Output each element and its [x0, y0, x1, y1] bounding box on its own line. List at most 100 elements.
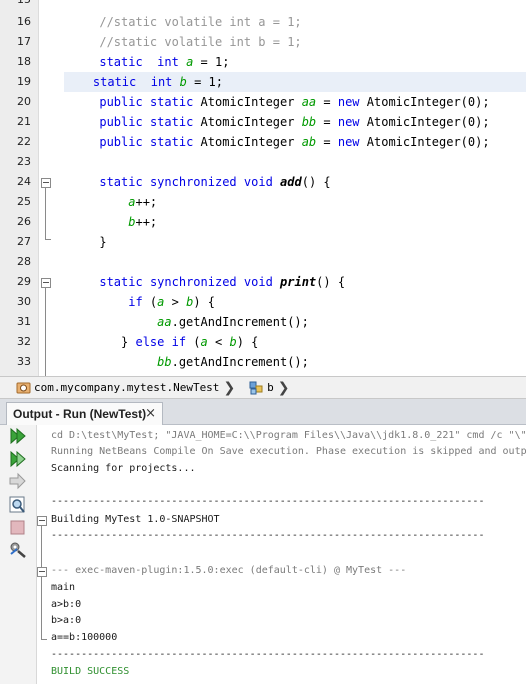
- code-line: static synchronized void add() {: [99, 175, 331, 189]
- field-name: ab: [301, 135, 317, 149]
- output-tab-bar: Output - Run (NewTest) ×: [0, 399, 526, 425]
- keyword: if: [171, 335, 187, 349]
- stop-arrow-icon[interactable]: [8, 472, 28, 492]
- field-name: a: [200, 335, 208, 349]
- clear-icon[interactable]: [8, 519, 28, 539]
- tab-output-run-label: Output - Run (NewTest): [13, 407, 147, 421]
- fold-toggle-icon[interactable]: [41, 278, 51, 288]
- comment: //static volatile int b = 1;: [99, 35, 302, 49]
- keyword: static: [99, 275, 143, 289]
- code-text: AtomicInteger(0);: [366, 135, 490, 149]
- output-line: Running NetBeans Compile On Save executi…: [51, 446, 526, 457]
- type-name: AtomicInteger: [200, 95, 295, 109]
- output-line: main: [51, 582, 76, 593]
- output-line: cd D:\test\MyTest; "JAVA_HOME=C:\\Progra…: [51, 430, 526, 441]
- code-line: //static volatile int b = 1;: [56, 32, 526, 52]
- output-line: a>b:0: [51, 599, 82, 610]
- code-text: <: [207, 335, 230, 349]
- output-line: ----------------------------------------…: [51, 649, 485, 660]
- fold-guide-end: [45, 239, 51, 240]
- code-line: a++;: [56, 192, 526, 212]
- find-icon[interactable]: [8, 496, 28, 516]
- comment: //static volatile int a = 1;: [99, 15, 302, 29]
- line-number: 23: [17, 155, 31, 168]
- breadcrumb-field[interactable]: b ❯: [243, 377, 297, 398]
- breadcrumb-class-label: com.mycompany.mytest.NewTest: [34, 381, 220, 394]
- method-name: add: [280, 175, 302, 189]
- fold-guide: [41, 526, 42, 567]
- code-text: ++;: [135, 215, 158, 229]
- keyword: static: [99, 175, 143, 189]
- breadcrumb-class[interactable]: com.mycompany.mytest.NewTest ❯: [0, 377, 243, 398]
- code-text: AtomicInteger(0);: [366, 95, 490, 109]
- keyword: static: [149, 95, 194, 109]
- keyword: static: [149, 115, 194, 129]
- line-number: 16: [17, 15, 31, 28]
- line-number: 27: [17, 235, 31, 248]
- line-number-gutter: 15 16 17 18 19 20 21 22 23 24 25 26 27 2…: [0, 0, 39, 376]
- output-line: ----------------------------------------…: [51, 496, 485, 507]
- code-text: AtomicInteger(0);: [366, 115, 490, 129]
- field-name: b: [179, 75, 187, 89]
- keyword: void: [243, 275, 273, 289]
- line-number: 33: [17, 355, 31, 368]
- field-name: b: [229, 335, 237, 349]
- fold-toggle-icon[interactable]: [41, 178, 51, 188]
- class-icon: [16, 381, 31, 395]
- keyword: public: [99, 135, 143, 149]
- keyword: new: [337, 135, 360, 149]
- breadcrumb: com.mycompany.mytest.NewTest ❯ b ❯: [0, 376, 526, 399]
- rerun-with-params-icon[interactable]: [8, 450, 28, 470]
- keyword: synchronized: [149, 175, 237, 189]
- code-line: //static volatile int a = 1;: [56, 12, 526, 32]
- line-number: 21: [17, 115, 31, 128]
- line-number: 15: [0, 0, 31, 10]
- output-line: Building MyTest 1.0-SNAPSHOT: [51, 514, 220, 525]
- output-line: Scanning for projects...: [51, 463, 196, 474]
- line-number: 20: [17, 95, 31, 108]
- rerun-icon[interactable]: [8, 427, 28, 447]
- output-line: a==b:100000: [51, 632, 118, 643]
- code-line: b++;: [56, 212, 526, 232]
- line-number: 22: [17, 135, 31, 148]
- code-text: = 1;: [193, 55, 230, 69]
- output-line: ----------------------------------------…: [51, 530, 485, 541]
- line-number: 29: [17, 275, 31, 288]
- keyword: public: [99, 95, 143, 109]
- keyword: void: [243, 175, 273, 189]
- settings-icon[interactable]: [8, 541, 28, 561]
- field-name: aa: [301, 95, 317, 109]
- fold-toggle-icon[interactable]: [37, 567, 47, 577]
- keyword: synchronized: [149, 275, 237, 289]
- code-text: = 1;: [186, 75, 223, 89]
- line-number: 30: [17, 295, 31, 308]
- code-line: aa.getAndIncrement();: [56, 312, 526, 332]
- breadcrumb-field-label: b: [267, 381, 274, 394]
- line-number: 24: [17, 175, 31, 188]
- tab-output-run[interactable]: Output - Run (NewTest) ×: [6, 402, 163, 425]
- code-editor[interactable]: 15 16 17 18 19 20 21 22 23 24 25 26 27 2…: [0, 0, 526, 376]
- keyword: int: [150, 75, 173, 89]
- code-text: .getAndIncrement();: [171, 315, 309, 329]
- fold-guide-end: [41, 639, 47, 640]
- keyword: new: [337, 115, 360, 129]
- code-line: static synchronized void print() {: [99, 275, 346, 289]
- field-name: bb: [157, 355, 172, 369]
- line-number: 25: [17, 195, 31, 208]
- keyword: static: [92, 75, 137, 89]
- code-text: ++;: [135, 195, 158, 209]
- output-window[interactable]: cd D:\test\MyTest; "JAVA_HOME=C:\\Progra…: [0, 425, 526, 684]
- line-number: 32: [17, 335, 31, 348]
- fold-toggle-icon[interactable]: [37, 516, 47, 526]
- line-number: 31: [17, 315, 31, 328]
- code-text: }: [99, 235, 107, 249]
- chevron-right-icon: ❯: [277, 379, 290, 396]
- line-number: 26: [17, 215, 31, 228]
- output-line: --- exec-maven-plugin:1.5.0:exec (defaul…: [51, 565, 407, 576]
- keyword: new: [337, 95, 360, 109]
- line-number: 17: [17, 35, 31, 48]
- close-icon[interactable]: ×: [145, 406, 156, 421]
- method-name: print: [280, 275, 317, 289]
- code-line: }: [56, 232, 526, 252]
- line-number: 19: [17, 75, 31, 88]
